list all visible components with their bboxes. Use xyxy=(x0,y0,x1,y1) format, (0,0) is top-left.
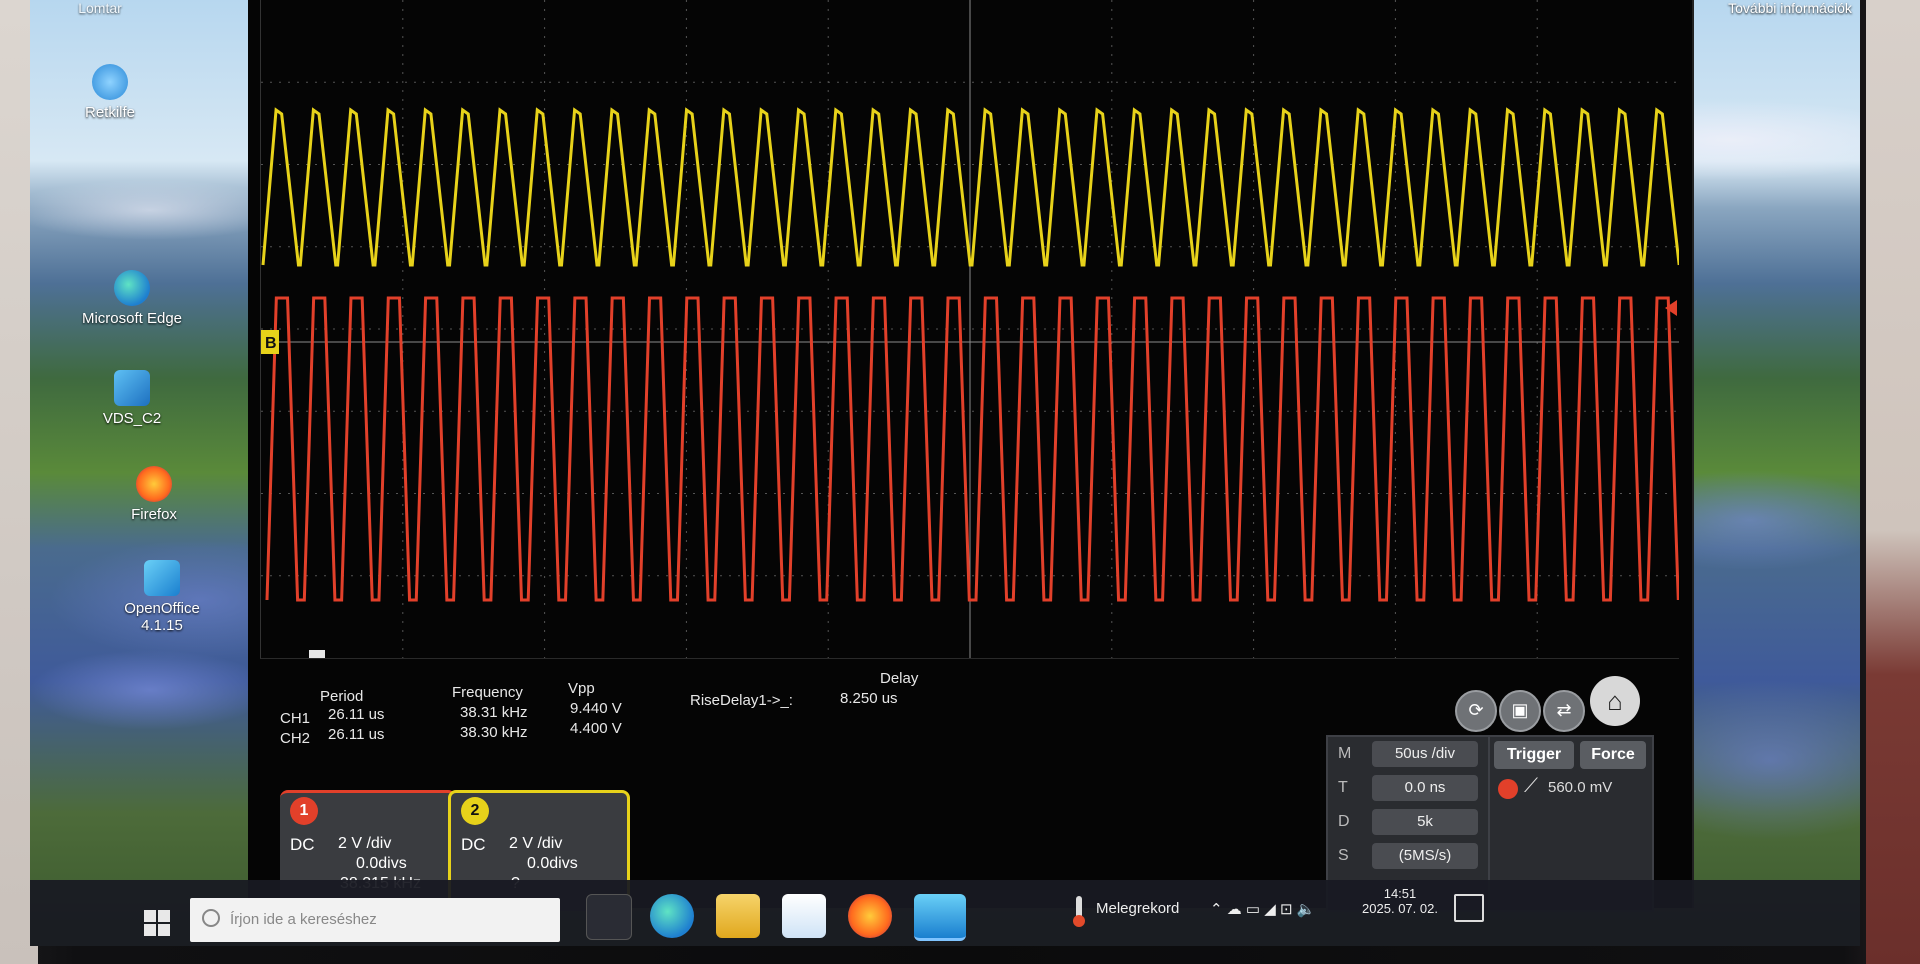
desktop-screen: Lomtar További információk Retkilfe Micr… xyxy=(30,0,1860,946)
clock-time: 14:51 xyxy=(1383,886,1417,901)
delay-value: 8.250 us xyxy=(840,690,898,707)
taskbar-search[interactable]: Írjon ide a kereséshez xyxy=(190,898,560,942)
task-view-icon[interactable] xyxy=(586,894,632,940)
desktop-label-top-right[interactable]: További információk xyxy=(1720,0,1860,16)
trigger-level: 560.0 mV xyxy=(1548,779,1613,796)
clock-date: 2025. 07. 02. xyxy=(1362,901,1438,916)
ch1-vpp: 9.440 V xyxy=(570,700,622,717)
taskbar-clock[interactable]: 14:51 2025. 07. 02. xyxy=(1350,886,1450,916)
system-tray-icons[interactable]: ⌃ ☁ ▭ ◢ ⊡ 🔈 xyxy=(1210,900,1315,918)
vds-app-icon xyxy=(114,370,150,406)
home-icon[interactable]: ⌂ xyxy=(1590,676,1640,726)
ch2-frequency: 38.30 kHz xyxy=(460,724,528,741)
desktop-icon-edge[interactable]: Microsoft Edge xyxy=(72,270,192,327)
desktop-icon-firefox[interactable]: Firefox xyxy=(94,466,214,523)
force-button[interactable]: Force xyxy=(1580,741,1646,769)
vpp-header: Vpp xyxy=(568,680,595,697)
ch1-row-label: CH1 xyxy=(280,710,311,727)
ch2-period: 26.11 us xyxy=(328,726,385,743)
file-explorer-icon[interactable] xyxy=(716,894,760,938)
trigger-level-marker xyxy=(1665,300,1677,316)
trigger-button[interactable]: Trigger xyxy=(1494,741,1574,769)
ch2-vpp: 4.400 V xyxy=(570,720,622,737)
delay-label: RiseDelay1->_: xyxy=(690,692,793,709)
save-icon[interactable]: ▣ xyxy=(1499,690,1541,732)
measurement-panel: Period Frequency Vpp Delay CH1 26.11 us … xyxy=(280,670,1180,760)
ch1-frequency: 38.31 kHz xyxy=(460,704,528,721)
channel-2-coupling: DC xyxy=(461,835,486,854)
delay-header: Delay xyxy=(880,670,919,687)
rising-edge-icon[interactable]: ⟋ xyxy=(1524,775,1538,798)
ch1-period: 26.11 us xyxy=(328,706,385,723)
vds-taskbar-icon[interactable] xyxy=(914,894,966,941)
search-placeholder: Írjon ide a kereséshez xyxy=(230,911,377,928)
firefox-taskbar-icon[interactable] xyxy=(848,894,892,938)
waveform-canvas: B xyxy=(261,0,1679,658)
ch1-trace xyxy=(265,296,1679,602)
weather-icon[interactable] xyxy=(1068,894,1090,928)
depth-row[interactable]: D 5k xyxy=(1328,805,1488,839)
recycle-bin-icon xyxy=(92,64,128,100)
sample-rate-row[interactable]: S (5MS/s) xyxy=(1328,839,1488,873)
desktop-label-top-left: Lomtar xyxy=(78,0,122,16)
menu-corner-marker xyxy=(309,650,325,658)
run-stop-icon[interactable]: ⟳ xyxy=(1455,690,1497,732)
export-icon[interactable]: ⇄ xyxy=(1543,690,1585,732)
trigger-time-row[interactable]: T 0.0 ns xyxy=(1328,771,1488,805)
openoffice-icon xyxy=(144,560,180,596)
waveform-display[interactable]: B xyxy=(260,0,1679,659)
timebase-row[interactable]: M 50us /div xyxy=(1328,737,1488,771)
channel-1-offset: 0.0divs xyxy=(356,855,407,872)
channel-1-scale: 2 V /div xyxy=(338,835,392,852)
firefox-icon xyxy=(136,466,172,502)
trigger-source-icon xyxy=(1498,779,1518,799)
notification-icon[interactable] xyxy=(1454,894,1484,922)
store-icon[interactable] xyxy=(782,894,826,938)
channel-2-scale: 2 V /div xyxy=(509,835,563,852)
ground-marker-label: B xyxy=(265,335,277,352)
frequency-header: Frequency xyxy=(452,684,523,701)
edge-taskbar-icon[interactable] xyxy=(650,894,694,938)
period-header: Period xyxy=(320,688,364,705)
room-background-right xyxy=(1866,0,1920,964)
taskbar: Írjon ide a kereséshez Melegrekord ⌃ ☁ ▭… xyxy=(30,880,1860,946)
desktop-icon-openoffice[interactable]: OpenOffice 4.1.15 xyxy=(102,560,222,634)
ch2-trace xyxy=(261,107,1679,267)
windows-logo-icon xyxy=(144,910,156,922)
search-icon xyxy=(202,909,220,927)
channel-1-coupling: DC xyxy=(290,835,315,854)
desktop-icon-vds[interactable]: VDS_C2 xyxy=(72,370,192,427)
channel-2-offset: 0.0divs xyxy=(527,855,578,872)
start-button[interactable] xyxy=(144,910,170,936)
oscilloscope-window: B Period Frequency Vpp Delay CH1 26.11 u… xyxy=(248,0,1694,912)
channel-1-badge: 1 xyxy=(290,797,318,825)
weather-text[interactable]: Melegrekord xyxy=(1096,900,1179,917)
desktop-icon-recycle[interactable]: Retkilfe xyxy=(50,64,170,121)
thermometer-icon xyxy=(1073,896,1085,927)
edge-icon xyxy=(114,270,150,306)
ch2-row-label: CH2 xyxy=(280,730,311,747)
channel-2-badge: 2 xyxy=(461,797,489,825)
